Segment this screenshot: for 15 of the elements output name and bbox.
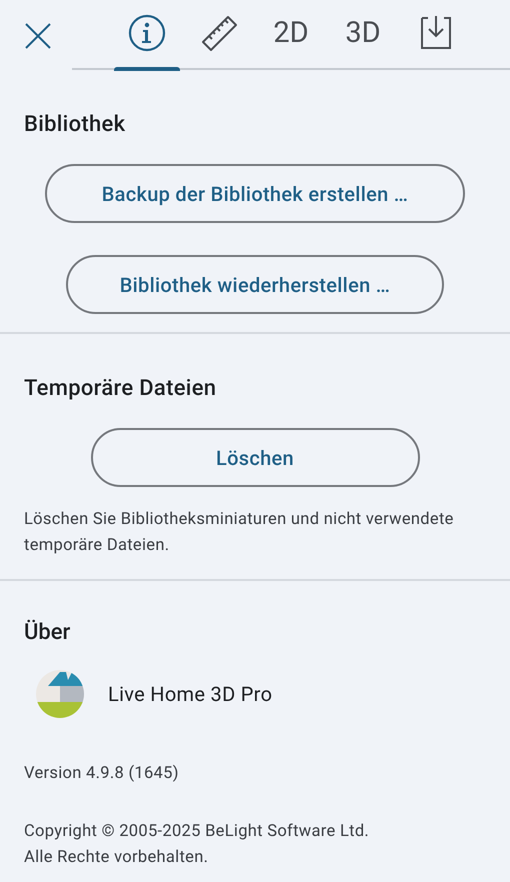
section-title: Über xyxy=(24,619,72,647)
version-text: Version 4.9.8 (1645) xyxy=(24,763,180,785)
app-logo-icon xyxy=(36,670,84,718)
view-tab[interactable]: 2D xyxy=(255,0,327,68)
action-button[interactable]: Backup der Bibliothek erstellen … xyxy=(45,164,465,223)
section-title: Temporäre Dateien xyxy=(24,376,218,402)
copyright-text: Copyright © 2005-2025 BeLight Software Ltd. Alle Rechte vorbehalten. xyxy=(24,821,370,869)
app-name: Live Home 3D Pro xyxy=(108,682,272,706)
action-button[interactable]: Löschen xyxy=(90,428,420,487)
description-text: Löschen Sie Bibliotheksminiaturen und nicht verwendete temporäre Dateien. xyxy=(24,509,455,557)
section-title: Bibliothek xyxy=(24,112,126,138)
view-tab[interactable]: 3D xyxy=(327,0,399,68)
ruler-icon xyxy=(200,14,238,52)
info-icon xyxy=(128,14,166,52)
action-button[interactable]: Bibliothek wiederherstellen … xyxy=(66,255,444,314)
